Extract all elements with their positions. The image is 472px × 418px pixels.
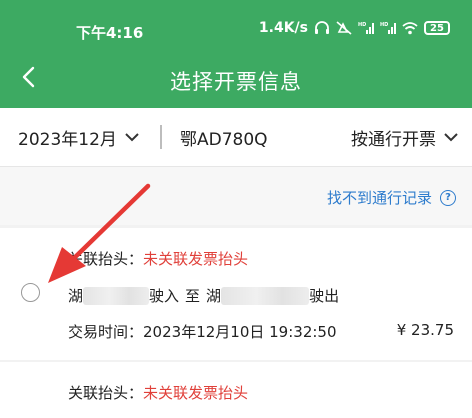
svg-text:HD: HD <box>358 22 366 28</box>
invoice-mode-label: 按通行开票 <box>351 130 436 150</box>
filter-bar: 2023年12月 鄂AD780Q 按通行开票 <box>0 108 472 167</box>
page-title: 选择开票信息 <box>170 70 302 94</box>
invoice-header-row: 关联抬头：未关联发票抬头 <box>68 248 248 269</box>
status-time: 下午4:16 <box>76 24 144 42</box>
invoice-header-row: 关联抬头：未关联发票抬头 <box>68 382 248 403</box>
transaction-time-label: 交易时间： <box>68 323 144 341</box>
entry-word: 驶入 <box>149 287 180 305</box>
transaction-card[interactable]: 关联抬头：未关联发票抬头 <box>0 362 472 418</box>
exit-station-redacted <box>221 286 310 305</box>
entry-station-prefix: 湖 <box>68 287 84 305</box>
invoice-header-label: 关联抬头： <box>68 384 144 402</box>
month-selector[interactable]: 2023年12月 <box>18 125 139 150</box>
invoice-mode-selector[interactable]: 按通行开票 <box>351 125 458 150</box>
missing-record-text: 找不到通行记录 <box>326 189 432 207</box>
invoice-header-value: 未关联发票抬头 <box>143 250 249 268</box>
nav-bar: 选择开票信息 <box>0 52 472 104</box>
chevron-down-icon <box>444 133 458 142</box>
svg-text:HD: HD <box>380 22 388 28</box>
month-label: 2023年12月 <box>18 130 117 150</box>
status-bar: 下午4:16 1.4K/s HD HD 25 <box>0 0 472 42</box>
exit-word: 驶出 <box>309 287 340 305</box>
route-info: 湖 驶入 至 湖 驶出 <box>68 285 339 306</box>
question-icon[interactable]: ? <box>440 189 456 206</box>
invoice-header-value: 未关联发票抬头 <box>143 384 249 402</box>
transaction-card[interactable]: 关联抬头：未关联发票抬头 湖 驶入 至 湖 驶出 交易时间：2023年12月10… <box>0 228 472 360</box>
select-radio[interactable] <box>21 283 40 302</box>
battery-icon: 25 <box>424 21 450 35</box>
status-icons: 1.4K/s HD HD 25 <box>259 20 450 36</box>
missing-record-link[interactable]: 找不到通行记录 ? <box>327 187 456 208</box>
entry-station-redacted <box>83 286 150 305</box>
filter-divider <box>160 125 162 149</box>
to-word: 至 <box>185 287 201 305</box>
wifi-icon <box>402 22 418 35</box>
invoice-header-label: 关联抬头： <box>68 250 144 268</box>
hd-signal-icon: HD <box>358 22 374 34</box>
transaction-time-value: 2023年12月10日 19:32:50 <box>143 323 337 341</box>
net-speed: 1.4K/s <box>258 20 308 36</box>
headset-icon <box>315 21 329 34</box>
plate-number[interactable]: 鄂AD780Q <box>180 125 268 150</box>
chevron-down-icon <box>125 133 139 142</box>
transaction-time: 交易时间：2023年12月10日 19:32:50 <box>68 321 337 342</box>
transaction-amount: ¥ 23.75 <box>396 321 454 339</box>
exit-station-prefix: 湖 <box>206 287 222 305</box>
mute-icon <box>336 21 352 35</box>
hint-row: 找不到通行记录 ? <box>0 167 472 225</box>
hd-signal-icon: HD <box>380 22 396 34</box>
app-header: 下午4:16 1.4K/s HD HD 25 选择开票信息 <box>0 0 472 108</box>
